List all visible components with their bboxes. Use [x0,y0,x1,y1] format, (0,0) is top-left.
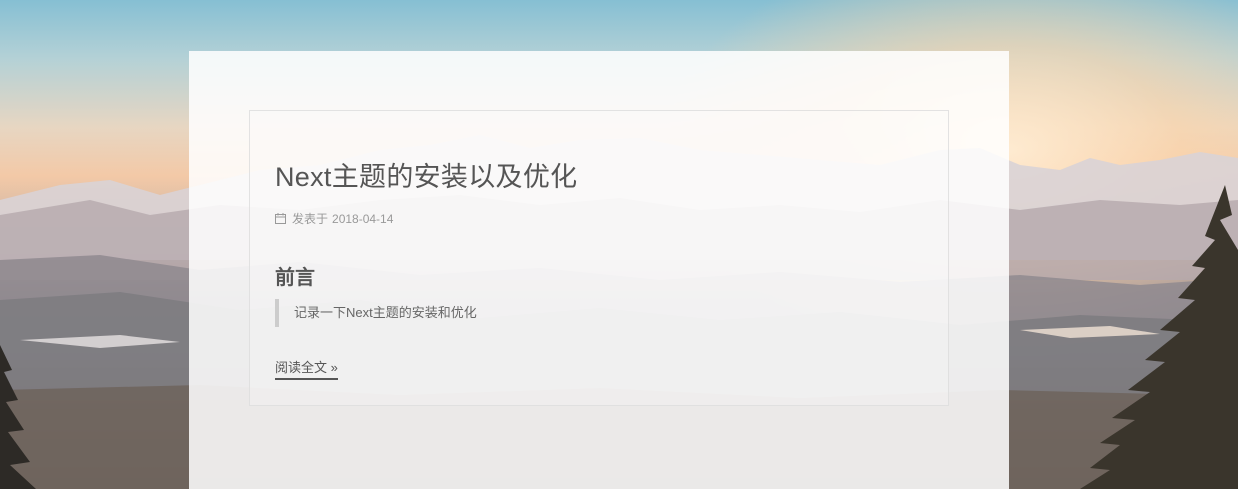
section-heading: 前言 [275,267,315,289]
post-meta: 发表于 2018-04-14 [275,210,393,227]
post-meta-label: 发表于 [292,212,329,226]
post-title-link[interactable]: Next主题的安装以及优化 [275,155,577,194]
post-card: Next主题的安装以及优化 发表于 2018-04-14 前言 记录一下Next… [249,110,949,406]
post-date: 2018-04-14 [332,211,394,226]
calendar-icon [275,213,286,224]
read-more-button[interactable]: 阅读全文 » [275,357,338,380]
main-content-panel: Next主题的安装以及优化 发表于 2018-04-14 前言 记录一下Next… [189,51,1009,489]
post-excerpt-quote: 记录一下Next主题的安装和优化 [275,299,477,327]
